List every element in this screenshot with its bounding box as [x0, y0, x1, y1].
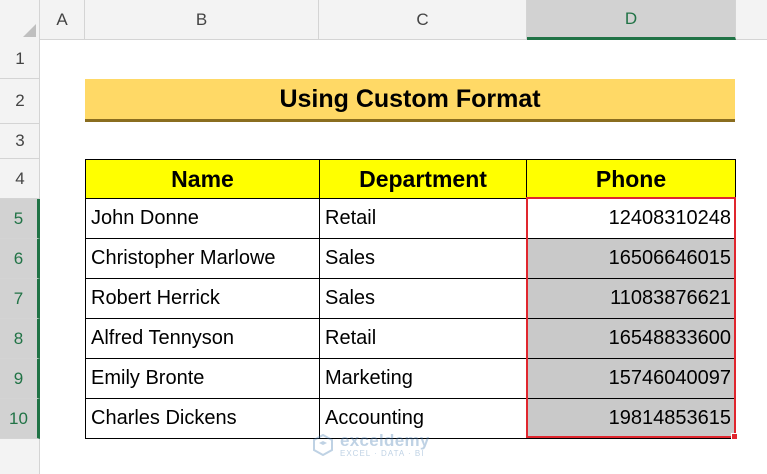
department-cell[interactable]: Sales — [320, 239, 527, 279]
phone-cell[interactable]: 19814853615 — [527, 399, 736, 439]
row-header-4[interactable]: 4 — [0, 159, 40, 199]
exceldemy-logo-icon — [313, 434, 333, 456]
phone-cell[interactable]: 16548833600 — [527, 319, 736, 359]
column-header-a[interactable]: A — [40, 0, 85, 40]
department-cell[interactable]: Retail — [320, 199, 527, 239]
department-cell[interactable]: Retail — [320, 319, 527, 359]
name-cell[interactable]: John Donne — [86, 199, 320, 239]
row-header-1[interactable]: 1 — [0, 40, 40, 79]
row-header-8[interactable]: 8 — [0, 319, 40, 359]
row-header-2[interactable]: 2 — [0, 79, 40, 124]
row-header-3[interactable]: 3 — [0, 124, 40, 159]
select-all-icon — [23, 24, 36, 37]
column-header-d[interactable]: D — [527, 0, 736, 40]
header-phone[interactable]: Phone — [527, 160, 736, 199]
row-header-7[interactable]: 7 — [0, 279, 40, 319]
phone-cell[interactable]: 12408310248 — [527, 199, 736, 239]
name-cell[interactable]: Robert Herrick — [86, 279, 320, 319]
fill-handle[interactable] — [731, 433, 738, 440]
column-header-c[interactable]: C — [319, 0, 527, 40]
header-department[interactable]: Department — [320, 160, 527, 199]
sheet-title[interactable]: Using Custom Format — [85, 79, 735, 122]
phone-cell[interactable]: 15746040097 — [527, 359, 736, 399]
row-header-9[interactable]: 9 — [0, 359, 40, 399]
name-cell[interactable]: Emily Bronte — [86, 359, 320, 399]
department-cell[interactable]: Marketing — [320, 359, 527, 399]
watermark-name: exceldemy — [340, 430, 430, 450]
row-header-10[interactable]: 10 — [0, 399, 40, 439]
name-cell[interactable]: Alfred Tennyson — [86, 319, 320, 359]
name-cell[interactable]: Charles Dickens — [86, 399, 320, 439]
department-cell[interactable]: Sales — [320, 279, 527, 319]
row-header-6[interactable]: 6 — [0, 239, 40, 279]
column-header-b[interactable]: B — [85, 0, 319, 40]
phone-cell[interactable]: 11083876621 — [527, 279, 736, 319]
phone-cell[interactable]: 16506646015 — [527, 239, 736, 279]
select-all-corner[interactable] — [0, 0, 40, 40]
watermark: exceldemy EXCEL · DATA · BI — [312, 430, 472, 460]
name-cell[interactable]: Christopher Marlowe — [86, 239, 320, 279]
row-header-5[interactable]: 5 — [0, 199, 40, 239]
header-name[interactable]: Name — [86, 160, 320, 199]
watermark-tagline: EXCEL · DATA · BI — [340, 448, 425, 458]
